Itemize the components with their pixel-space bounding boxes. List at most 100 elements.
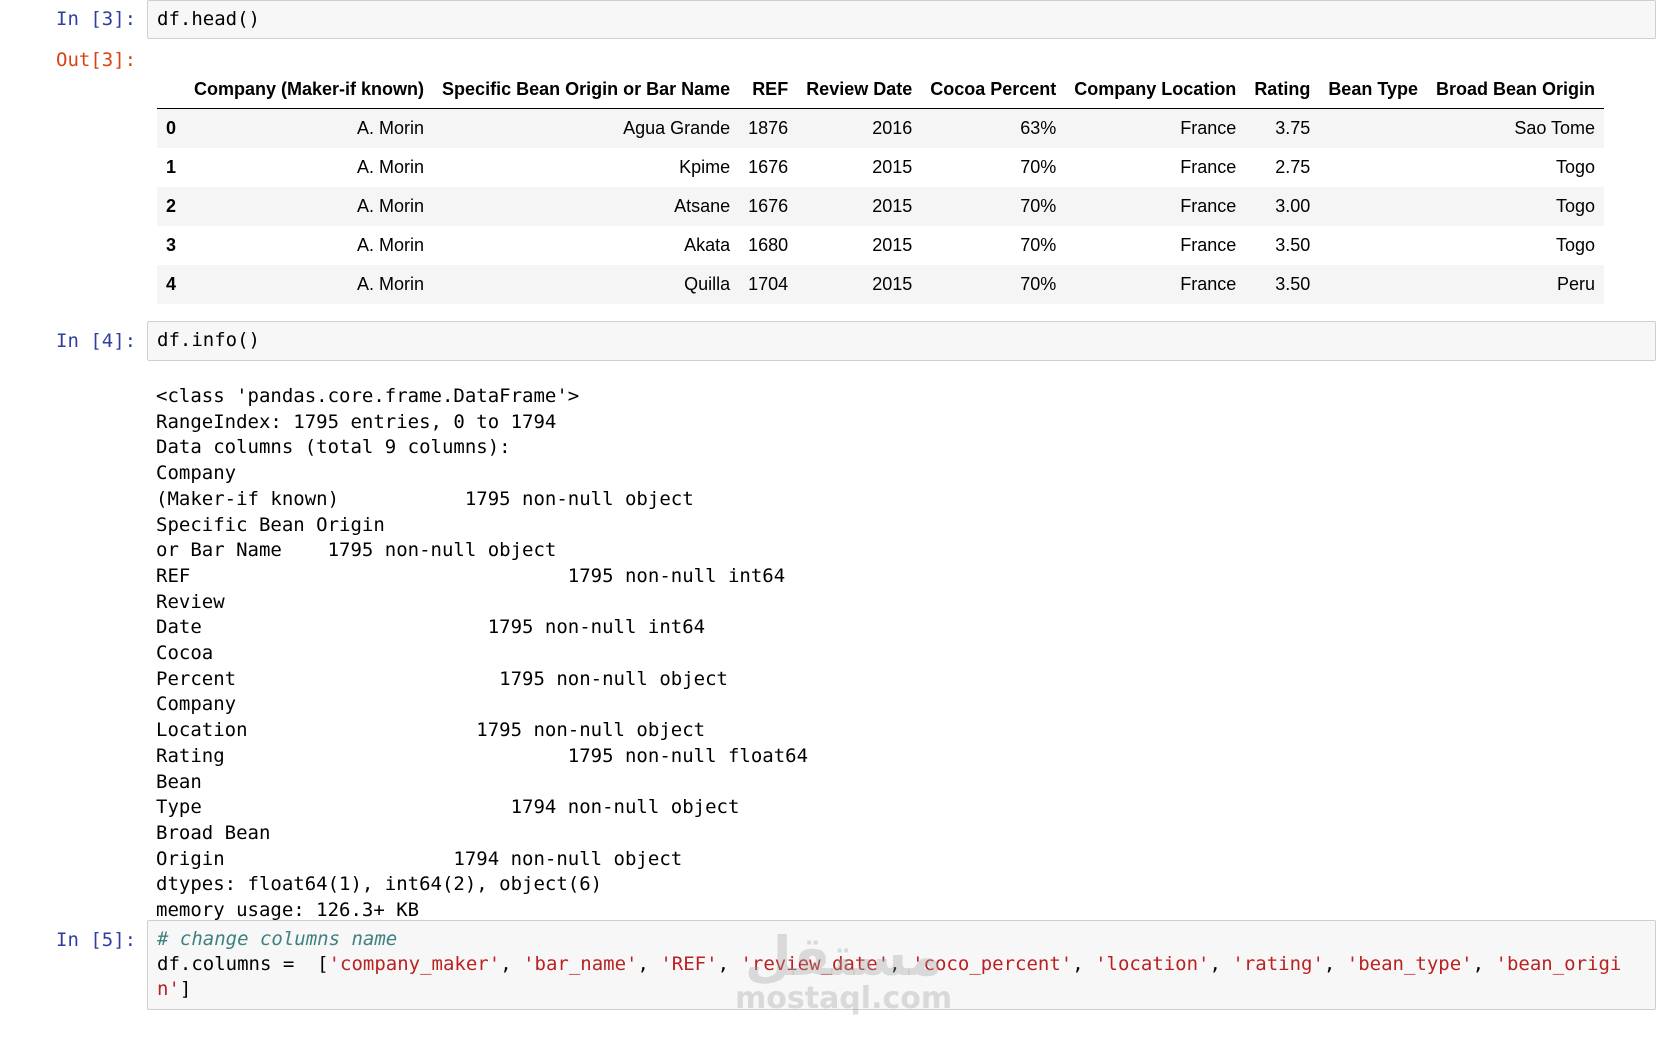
table-cell: 2015 (872, 196, 913, 216)
table-cell: France (1180, 196, 1237, 216)
cell-4-output-text: <class 'pandas.core.frame.DataFrame'> Ra… (156, 385, 809, 922)
code-token: ] (179, 978, 192, 1000)
table-cell: 1704 (748, 274, 789, 294)
column-header: Specific Bean Origin or Bar Name (442, 78, 731, 99)
table-cell: Togo (1556, 157, 1596, 177)
code-string: 'company_maker' (328, 953, 501, 975)
column-header: Company Location (1074, 78, 1237, 99)
table-cell: 70% (1020, 235, 1057, 255)
code-line-2: n'] (157, 978, 191, 1000)
code-string: 'rating' (1232, 953, 1324, 975)
code-string: 'location' (1095, 953, 1210, 975)
column-header: Bean Type (1328, 78, 1419, 99)
code-separator: , (1472, 953, 1496, 975)
table-cell: Peru (1557, 274, 1596, 294)
code-separator: , (1209, 953, 1233, 975)
table-cell: 2015 (872, 274, 913, 294)
table-cell: A. Morin (357, 118, 425, 138)
code-separator: , (500, 953, 524, 975)
row-index: 3 (166, 235, 177, 255)
cell-3-input-prompt: In [3]: (56, 8, 137, 30)
code-separator: , (1323, 953, 1347, 975)
table-header-row: Company (Maker-if known) Specific Bean Or… (157, 70, 1605, 109)
cell-5-input-area[interactable]: # change columns name df.columns = ['com… (147, 920, 1656, 1010)
table-cell: A. Morin (357, 196, 425, 216)
table-cell: Quilla (684, 274, 731, 294)
code-string: 'coco_percent' (912, 953, 1073, 975)
table-row: 4 A. Morin Quilla 1704 2015 70% France 3.50 Per… (157, 265, 1605, 304)
code-string: 'review_date' (740, 953, 890, 975)
table-cell: A. Morin (357, 157, 425, 177)
code-comment: # change columns name (157, 928, 398, 950)
table-cell (1319, 226, 1427, 265)
row-index: 4 (166, 274, 177, 294)
column-header: Rating (1254, 78, 1311, 99)
table-cell: Togo (1556, 196, 1596, 216)
table-cell: 2015 (872, 157, 913, 177)
cell-4-input-prompt: In [4]: (56, 330, 137, 352)
code-separator: , (717, 953, 741, 975)
code-separator: , (637, 953, 661, 975)
table-cell: 63% (1020, 118, 1057, 138)
table-cell: Atsane (674, 196, 731, 216)
column-header: Review Date (806, 78, 913, 99)
table-cell: 1876 (748, 118, 789, 138)
row-index: 1 (166, 157, 177, 177)
table-cell: 2015 (872, 235, 913, 255)
table-cell: France (1180, 118, 1237, 138)
code-separator: , (889, 953, 913, 975)
code-line-1: df.columns = ['company_maker', 'bar_name… (157, 953, 1621, 975)
cell-4-code[interactable]: df.info() (148, 322, 1655, 359)
row-index: 2 (166, 196, 177, 216)
table-cell: France (1180, 274, 1237, 294)
table-cell (1319, 187, 1427, 226)
cell-3-code[interactable]: df.head() (148, 1, 1655, 38)
cell-3-input-area[interactable]: df.head() (147, 0, 1656, 39)
column-header: Cocoa Percent (930, 78, 1057, 99)
table-body: 0 A. Morin Agua Grande 1876 2016 63% France 3.7… (157, 108, 1605, 304)
table-cell: 1680 (748, 235, 789, 255)
table-cell: 3.50 (1275, 235, 1311, 255)
index-header (157, 70, 185, 109)
code-string: 'bar_name' (523, 953, 638, 975)
row-index: 0 (166, 118, 177, 138)
table-cell: 70% (1020, 196, 1057, 216)
cell-4-input-area[interactable]: df.info() (147, 321, 1656, 361)
code-separator: , (1072, 953, 1096, 975)
table-cell: 1676 (748, 157, 789, 177)
table-row: 0 A. Morin Agua Grande 1876 2016 63% France 3.7… (157, 108, 1605, 149)
table-cell: Kpime (679, 157, 731, 177)
table-row: 3 A. Morin Akata 1680 2015 70% France 3.50 Togo (157, 226, 1604, 265)
table-cell (1319, 109, 1427, 149)
table-cell: Togo (1556, 235, 1596, 255)
table-cell: 3.75 (1275, 118, 1311, 138)
code-token: df.columns = [ (157, 953, 329, 975)
code-string: 'bean_type' (1346, 953, 1473, 975)
table-cell: 70% (1020, 274, 1057, 294)
table-cell: A. Morin (357, 274, 425, 294)
table-cell: France (1180, 235, 1237, 255)
table-cell (1319, 148, 1427, 187)
code-string: 'bean_origi (1495, 953, 1622, 975)
code-string: 'REF' (660, 953, 718, 975)
table-cell: Akata (684, 235, 731, 255)
table-row: 1 A. Morin Kpime 1676 2015 70% France 2.75 Togo (157, 148, 1604, 187)
table-cell: 2.75 (1275, 157, 1311, 177)
table-cell: Agua Grande (623, 118, 731, 138)
table-cell: France (1180, 157, 1237, 177)
table-cell: 3.00 (1275, 196, 1311, 216)
table-cell: 3.50 (1275, 274, 1311, 294)
column-header: REF (752, 78, 789, 99)
table-cell (1319, 265, 1427, 304)
table-cell: 1676 (748, 196, 789, 216)
dataframe-head-table: Company (Maker-if known) Specific Bean Or… (157, 70, 1605, 304)
column-header: Company (Maker-if known) (194, 78, 425, 99)
cell-5-input-prompt: In [5]: (56, 929, 137, 951)
column-header: Broad Bean Origin (1436, 78, 1596, 99)
table-cell: Sao Tome (1514, 118, 1596, 138)
table-cell: 70% (1020, 157, 1057, 177)
table-row: 2 A. Morin Atsane 1676 2015 70% France 3.00 Tog… (157, 187, 1605, 226)
cell-3-output-prompt: Out[3]: (56, 49, 137, 71)
table-cell: A. Morin (357, 235, 425, 255)
cell-5-code[interactable]: # change columns name df.columns = ['com… (148, 921, 1655, 1008)
